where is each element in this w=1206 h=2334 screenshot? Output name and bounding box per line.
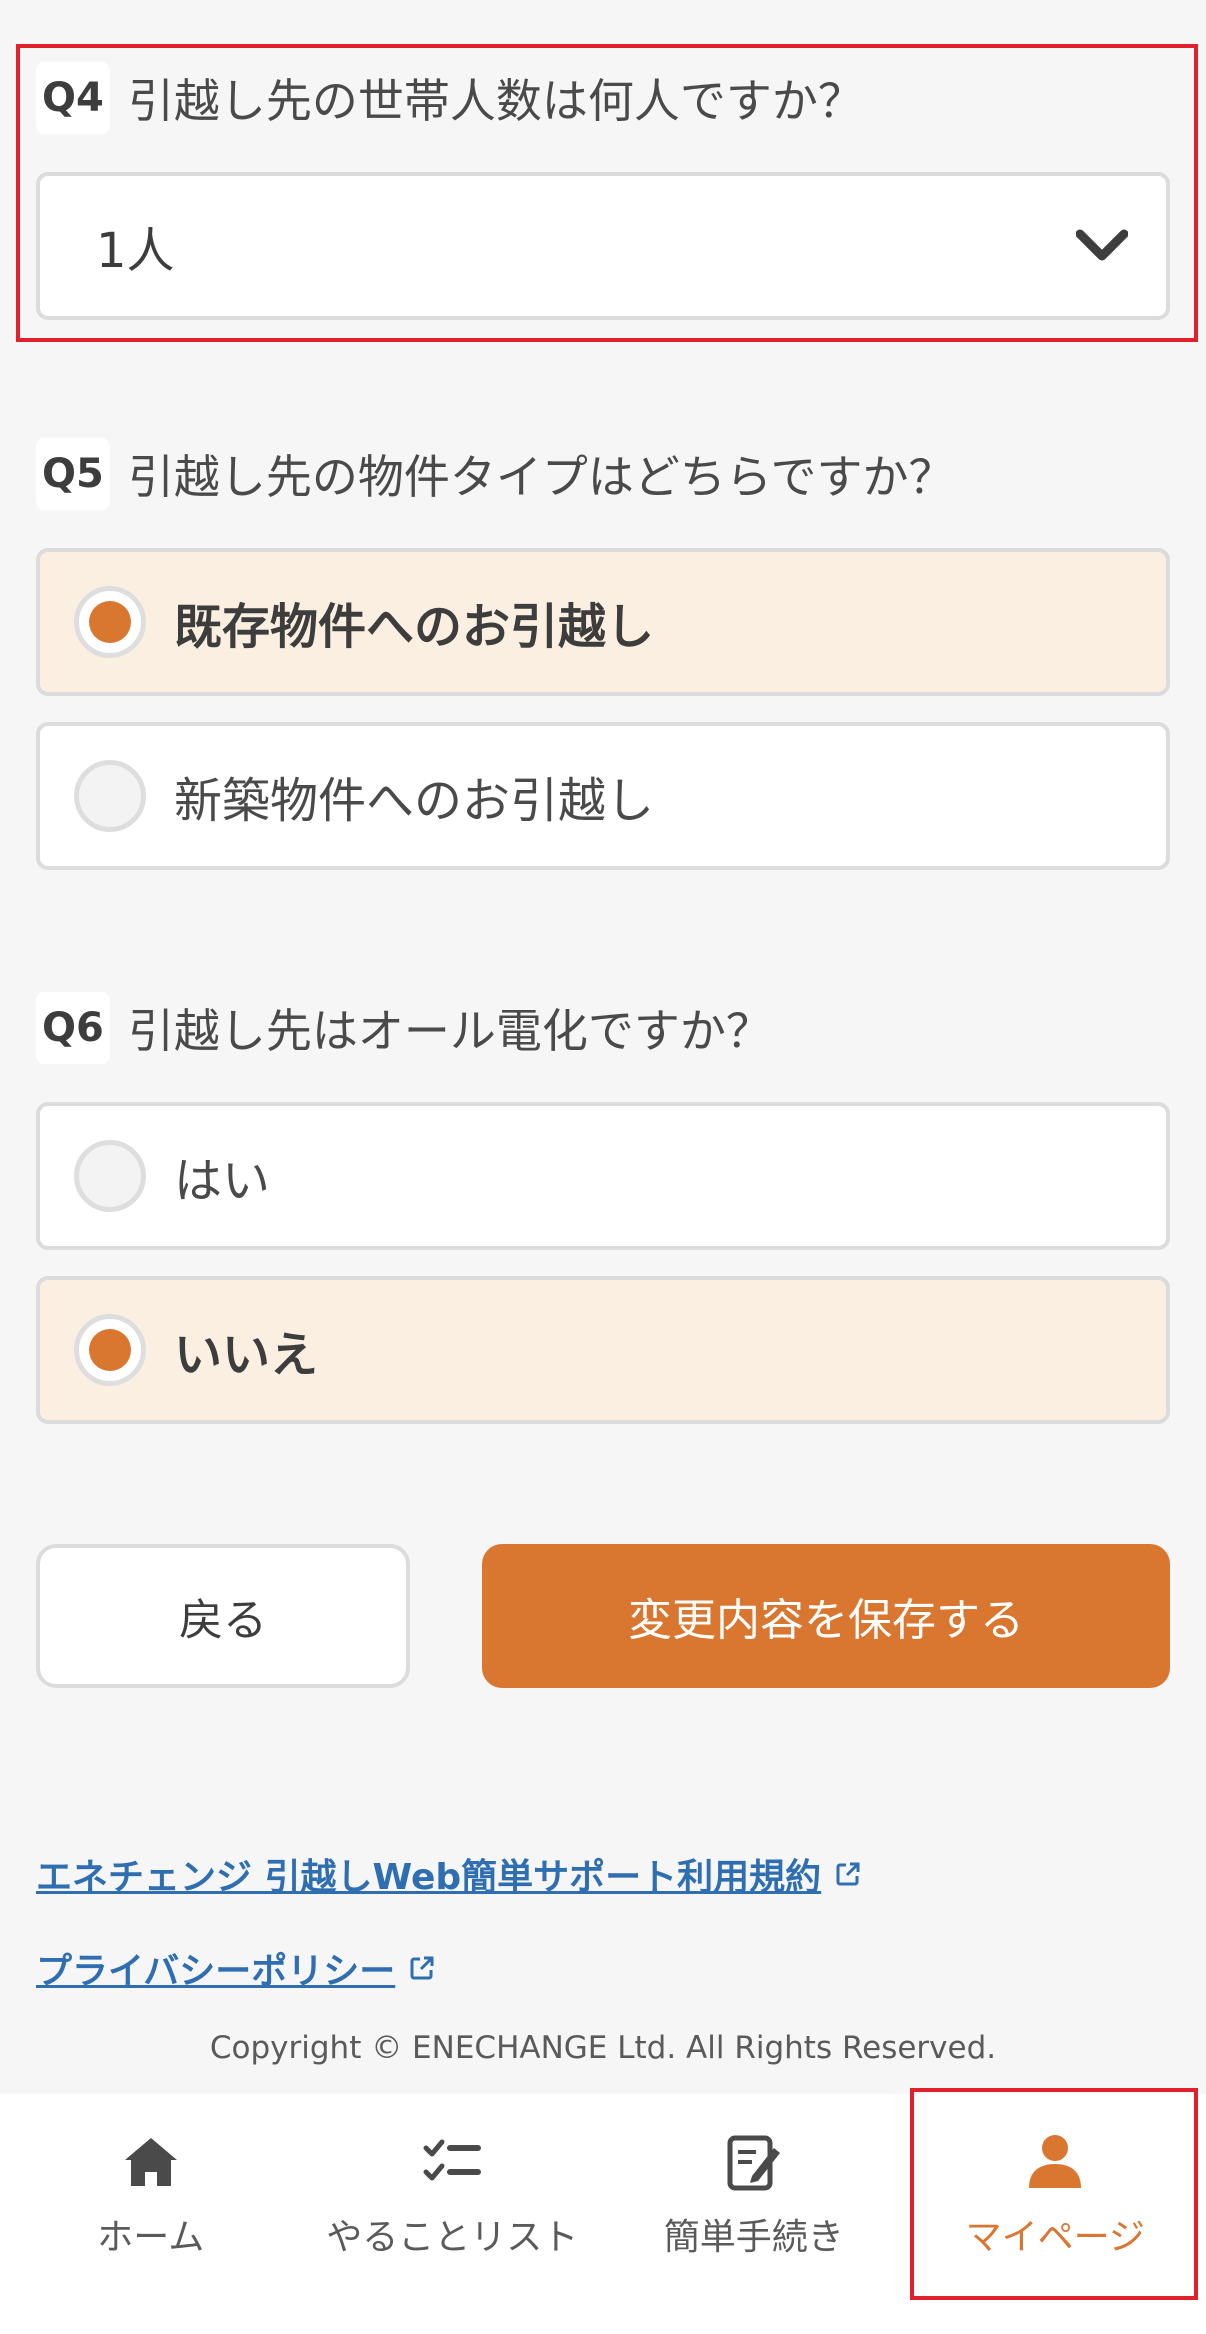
q4-header: Q4 引越し先の世帯人数は何人ですか？ xyxy=(36,58,864,138)
edit-document-icon xyxy=(727,2135,780,2191)
q4-badge: Q4 xyxy=(36,62,110,134)
option-label: 新築物件へのお引越し xyxy=(174,773,655,829)
q5-header: Q5 引越し先の物件タイプはどちらですか？ xyxy=(36,434,954,514)
option-all-electric-no[interactable]: いいえ xyxy=(36,1276,1170,1424)
nav-easy-procedures[interactable]: 簡単手続き xyxy=(603,2094,905,2334)
radio-unselected-icon xyxy=(74,760,146,832)
household-size-value: 1人 xyxy=(96,223,175,279)
option-existing-property[interactable]: 既存物件へのお引越し xyxy=(36,548,1170,696)
chevron-down-icon xyxy=(1076,229,1128,261)
q6-header: Q6 引越し先はオール電化ですか？ xyxy=(36,988,772,1068)
nav-label: やることリスト xyxy=(326,2217,579,2258)
terms-link[interactable]: エネチェンジ 引越しWeb簡単サポート利用規約 xyxy=(36,1848,861,1900)
nav-my-page[interactable]: マイページ xyxy=(905,2094,1206,2334)
privacy-link-label: プライバシーポリシー xyxy=(36,1951,396,1992)
radio-unselected-icon xyxy=(74,1140,146,1212)
q4-question: 引越し先の世帯人数は何人ですか？ xyxy=(127,74,864,128)
radio-selected-icon xyxy=(74,586,146,658)
nav-label: ホーム xyxy=(97,2217,205,2258)
option-label: はい xyxy=(174,1153,271,1209)
option-all-electric-yes[interactable]: はい xyxy=(36,1102,1170,1250)
checklist-icon xyxy=(423,2139,482,2181)
q6-badge: Q6 xyxy=(36,992,110,1064)
radio-selected-icon xyxy=(74,1314,146,1386)
option-label: 既存物件へのお引越し xyxy=(174,599,655,655)
option-new-property[interactable]: 新築物件へのお引越し xyxy=(36,722,1170,870)
q5-badge: Q5 xyxy=(36,438,110,510)
save-changes-button[interactable]: 変更内容を保存する xyxy=(482,1544,1170,1688)
copyright-text: Copyright © ENECHANGE Ltd. All Rights Re… xyxy=(209,2030,997,2066)
nav-label: マイページ xyxy=(965,2217,1145,2258)
home-icon xyxy=(124,2138,177,2186)
bottom-nav: ホーム やることリスト 簡単手続き マイページ xyxy=(0,2094,1206,2334)
household-size-select[interactable]: 1人 xyxy=(36,172,1170,320)
back-button[interactable]: 戻る xyxy=(36,1544,410,1688)
option-label: いいえ xyxy=(174,1327,319,1383)
external-link-icon xyxy=(836,1862,860,1886)
external-link-icon xyxy=(410,1956,434,1980)
privacy-link[interactable]: プライバシーポリシー xyxy=(36,1942,435,1994)
nav-label: 簡単手続き xyxy=(663,2217,844,2258)
nav-home[interactable]: ホーム xyxy=(0,2094,302,2334)
terms-link-label: エネチェンジ 引越しWeb簡単サポート利用規約 xyxy=(36,1857,822,1898)
q5-question: 引越し先の物件タイプはどちらですか？ xyxy=(127,450,955,504)
nav-todo-list[interactable]: やることリスト xyxy=(302,2094,604,2334)
user-icon xyxy=(1029,2135,1082,2188)
q6-question: 引越し先はオール電化ですか？ xyxy=(127,1004,772,1058)
